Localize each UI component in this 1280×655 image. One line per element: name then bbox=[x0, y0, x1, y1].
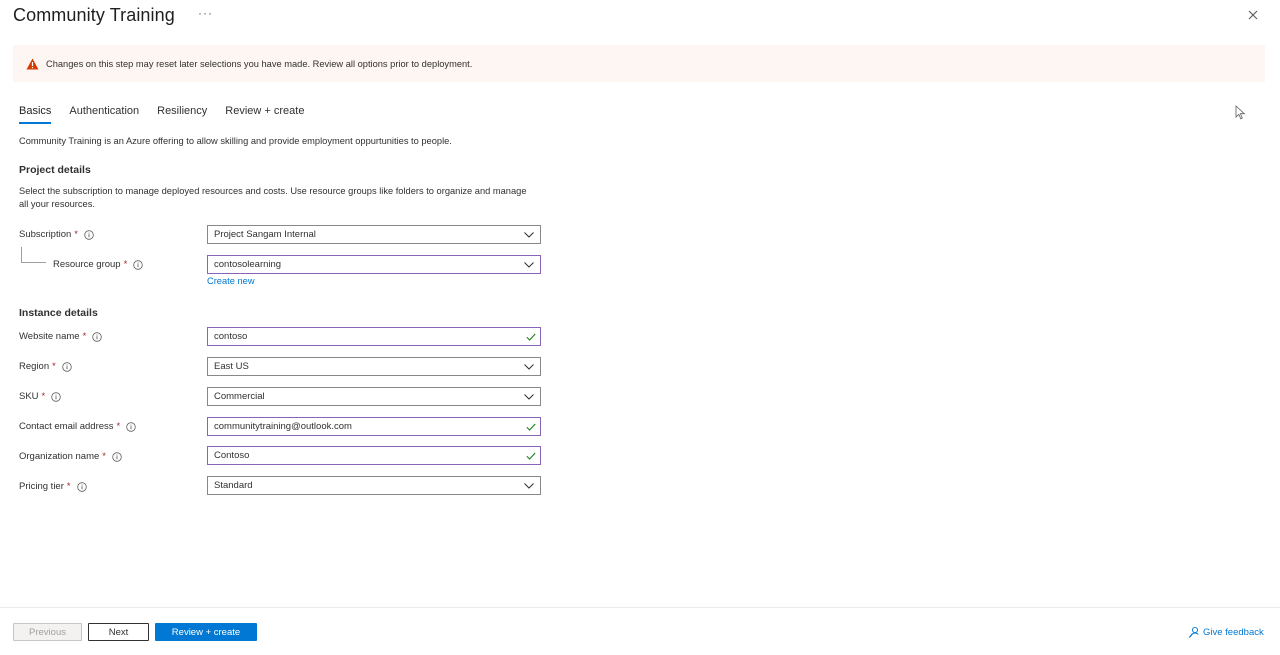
chevron-down-icon bbox=[524, 261, 534, 268]
info-icon[interactable] bbox=[112, 451, 122, 462]
region-value: East US bbox=[214, 361, 249, 372]
tab-resiliency[interactable]: Resiliency bbox=[157, 105, 207, 124]
project-details-heading: Project details bbox=[19, 164, 91, 176]
instance-details-heading: Instance details bbox=[19, 307, 98, 319]
review-create-button[interactable]: Review + create bbox=[155, 623, 257, 641]
region-dropdown[interactable]: East US bbox=[207, 357, 541, 376]
previous-button[interactable]: Previous bbox=[13, 623, 82, 641]
required-marker: * bbox=[116, 421, 121, 432]
tab-bar: Basics Authentication Resiliency Review … bbox=[19, 105, 322, 124]
resource-group-label: Resource group * bbox=[53, 259, 144, 270]
required-marker: * bbox=[102, 451, 106, 462]
info-icon[interactable] bbox=[126, 421, 136, 432]
tree-connector bbox=[21, 247, 46, 263]
checkmark-icon bbox=[526, 333, 536, 341]
banner-text: Changes on this step may reset later sel… bbox=[46, 58, 473, 69]
tab-authentication[interactable]: Authentication bbox=[69, 105, 139, 124]
subscription-dropdown[interactable]: Project Sangam Internal bbox=[207, 225, 541, 244]
required-marker: * bbox=[82, 331, 87, 342]
subscription-label: Subscription * bbox=[19, 229, 94, 240]
organization-name-label: Organization name * bbox=[19, 451, 122, 462]
info-icon[interactable] bbox=[84, 229, 94, 240]
checkmark-icon bbox=[526, 423, 536, 431]
website-name-value: contoso bbox=[214, 331, 248, 342]
required-marker: * bbox=[41, 391, 46, 402]
close-button[interactable] bbox=[1246, 8, 1260, 22]
close-icon bbox=[1248, 10, 1258, 20]
info-icon[interactable] bbox=[133, 259, 144, 270]
contact-email-value: communitytraining@outlook.com bbox=[214, 421, 352, 432]
region-label: Region * bbox=[19, 361, 72, 372]
create-new-link[interactable]: Create new bbox=[207, 276, 255, 286]
footer-divider bbox=[0, 607, 1280, 608]
chevron-down-icon bbox=[524, 482, 534, 489]
contact-email-label: Contact email address * bbox=[19, 421, 136, 432]
intro-text: Community Training is an Azure offering … bbox=[19, 136, 452, 146]
resource-group-dropdown[interactable]: contosolearning bbox=[207, 255, 541, 274]
feedback-icon bbox=[1188, 626, 1199, 638]
required-marker: * bbox=[52, 361, 56, 372]
organization-name-value: Contoso bbox=[214, 450, 250, 461]
chevron-down-icon bbox=[524, 231, 534, 238]
tab-basics[interactable]: Basics bbox=[19, 105, 52, 124]
warning-banner: Changes on this step may reset later sel… bbox=[13, 45, 1265, 82]
chevron-down-icon bbox=[524, 393, 534, 400]
organization-name-input[interactable]: Contoso bbox=[207, 446, 541, 465]
project-details-description: Select the subscription to manage deploy… bbox=[19, 186, 527, 209]
pricing-tier-value: Standard bbox=[214, 480, 253, 491]
more-options-button[interactable]: ··· bbox=[198, 6, 213, 20]
sku-label: SKU * bbox=[19, 391, 61, 402]
pricing-tier-label: Pricing tier * bbox=[19, 481, 87, 492]
page-title: Community Training bbox=[13, 5, 175, 25]
info-icon[interactable] bbox=[76, 481, 87, 492]
info-icon[interactable] bbox=[92, 331, 102, 342]
info-icon[interactable] bbox=[51, 391, 61, 402]
website-name-input[interactable]: contoso bbox=[207, 327, 541, 346]
give-feedback-link[interactable]: Give feedback bbox=[1188, 626, 1264, 638]
subscription-value: Project Sangam Internal bbox=[214, 229, 316, 240]
info-icon[interactable] bbox=[62, 361, 72, 372]
sku-dropdown[interactable]: Commercial bbox=[207, 387, 541, 406]
warning-icon bbox=[26, 58, 39, 69]
give-feedback-label: Give feedback bbox=[1203, 626, 1264, 638]
tab-review-create[interactable]: Review + create bbox=[225, 105, 304, 124]
checkmark-icon bbox=[526, 452, 536, 460]
website-name-label: Website name * bbox=[19, 331, 102, 342]
pricing-tier-dropdown[interactable]: Standard bbox=[207, 476, 541, 495]
next-button[interactable]: Next bbox=[88, 623, 149, 641]
contact-email-input[interactable]: communitytraining@outlook.com bbox=[207, 417, 541, 436]
required-marker: * bbox=[66, 481, 71, 492]
sku-value: Commercial bbox=[214, 391, 265, 402]
resource-group-value: contosolearning bbox=[214, 259, 282, 270]
required-marker: * bbox=[123, 259, 128, 270]
required-marker: * bbox=[74, 229, 78, 240]
mouse-cursor-icon bbox=[1235, 105, 1246, 120]
chevron-down-icon bbox=[524, 363, 534, 370]
